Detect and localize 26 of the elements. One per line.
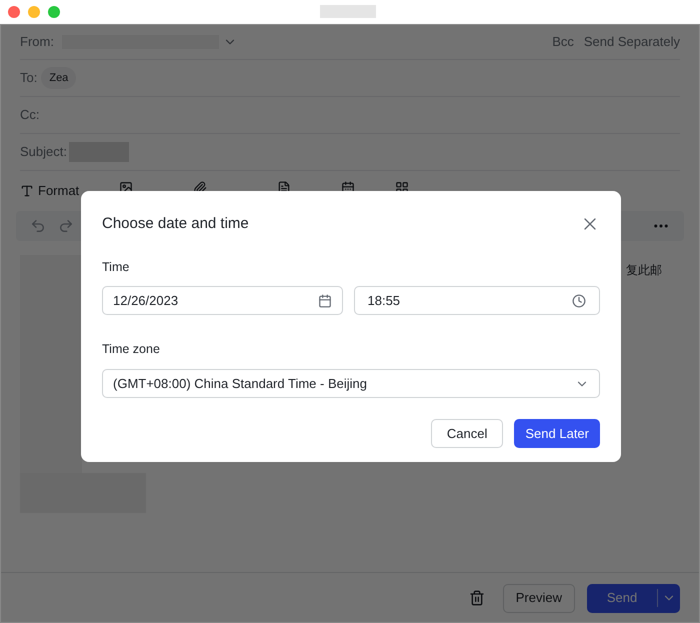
send-button[interactable]: Send bbox=[587, 584, 680, 612]
time-field[interactable]: 18:55 bbox=[354, 286, 600, 316]
to-label: To: bbox=[20, 69, 38, 88]
zoom-window-icon[interactable] bbox=[48, 6, 60, 18]
date-field[interactable]: 12/26/2023 bbox=[102, 286, 342, 316]
clock-icon[interactable] bbox=[572, 294, 586, 308]
text-format-icon[interactable] bbox=[20, 184, 34, 198]
time-label: Time bbox=[102, 258, 130, 276]
close-window-icon[interactable] bbox=[8, 6, 20, 18]
preview-button[interactable]: Preview bbox=[502, 584, 575, 612]
send-label[interactable]: Send bbox=[587, 588, 657, 608]
body-text: 复此邮 bbox=[626, 262, 662, 279]
send-later-button[interactable]: Send Later bbox=[514, 419, 600, 448]
from-label: From: bbox=[20, 32, 54, 51]
subject-label: Subject: bbox=[20, 143, 67, 162]
recipient-chip[interactable]: Zea bbox=[41, 66, 76, 90]
send-separately-link[interactable]: Send Separately bbox=[584, 32, 680, 52]
bcc-link[interactable]: Bcc bbox=[552, 32, 574, 52]
timezone-select[interactable]: (GMT+08:00) China Standard Time - Beijing bbox=[102, 369, 600, 398]
cc-label: Cc: bbox=[20, 106, 40, 124]
timezone-label: Time zone bbox=[102, 341, 161, 358]
delete-icon[interactable] bbox=[468, 590, 485, 606]
redacted-title bbox=[320, 5, 376, 18]
format-button[interactable]: Format bbox=[38, 181, 80, 200]
dialog-title: Choose date and time bbox=[102, 214, 249, 234]
cancel-button[interactable]: Cancel bbox=[430, 419, 504, 448]
